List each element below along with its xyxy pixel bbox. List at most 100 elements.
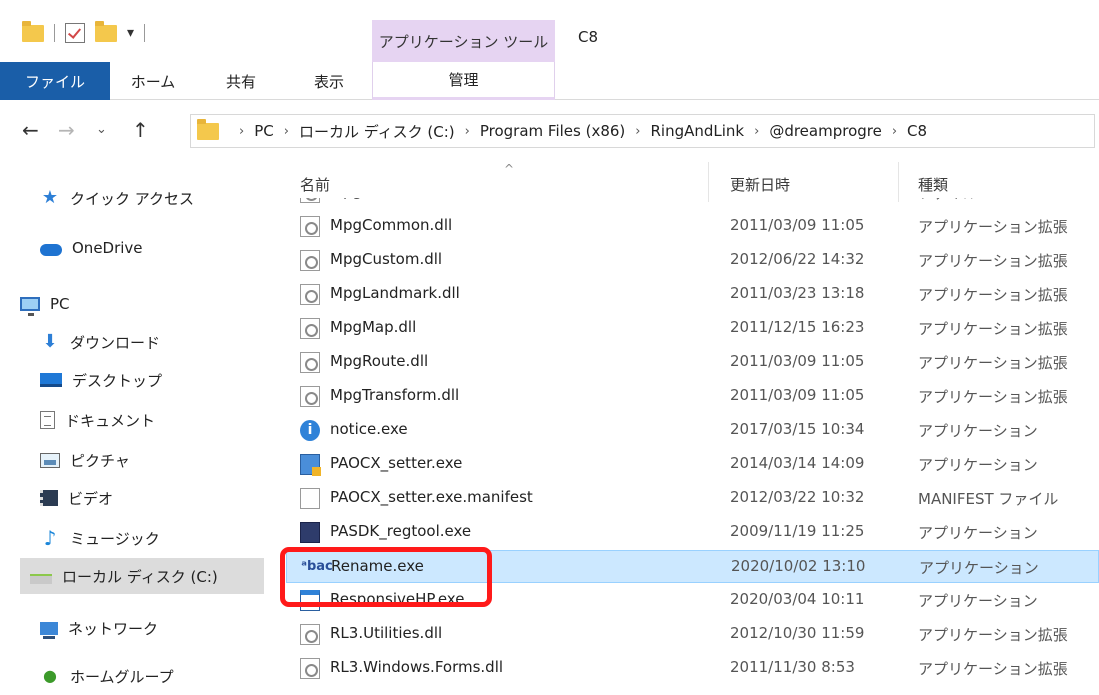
file-row[interactable]: MpgCustom.dll 2012/06/22 14:32 アプリケーション拡張: [286, 244, 1099, 277]
file-row[interactable]: PAOCX_setter.exe.manifest 2012/03/22 10:3…: [286, 482, 1099, 515]
breadcrumb-item[interactable]: C8: [907, 122, 927, 140]
info-icon: i: [300, 420, 320, 441]
breadcrumb-separator-icon[interactable]: ›: [239, 124, 244, 139]
new-folder-icon[interactable]: [95, 20, 117, 42]
nav-pane-item-label: ミュージック: [70, 529, 160, 548]
file-type: アプリケーション: [918, 592, 1038, 610]
tab-manage[interactable]: 管理: [372, 62, 555, 100]
file-row[interactable]: MpgLandmark.dll 2011/03/23 13:18 アプリケーション拡…: [286, 278, 1099, 311]
breadcrumb-item[interactable]: Program Files (x86): [480, 122, 625, 140]
nav-pane-item[interactable]: ローカル ディスク (C:): [20, 558, 264, 594]
recent-locations-chevron-icon[interactable]: ⌄: [96, 122, 107, 137]
tab-home[interactable]: ホーム: [110, 62, 196, 100]
dll-icon: [300, 198, 320, 203]
breadcrumb-separator-icon[interactable]: ›: [465, 124, 470, 139]
tab-file[interactable]: ファイル: [0, 62, 110, 100]
nav-pane-item[interactable]: ドキュメント: [40, 402, 155, 438]
document-icon: [40, 411, 55, 429]
file-type: アプリケーション: [918, 422, 1038, 440]
file-row[interactable]: PASDK_regtool.exe 2009/11/19 11:25 アプリケーショ…: [286, 516, 1099, 549]
nav-pane-item[interactable]: PC: [20, 286, 70, 322]
file-type: アプリケーション拡張: [918, 660, 1068, 678]
file-modified-date: 2011/03/09 11:05: [730, 216, 865, 234]
forward-arrow-icon[interactable]: →: [58, 118, 75, 142]
file-type: アプリケーション: [918, 456, 1038, 474]
dll-icon: [300, 318, 320, 339]
blank-file-icon: [300, 488, 320, 509]
nav-pane-item[interactable]: ネットワーク: [40, 610, 158, 646]
file-name: PAOCX_setter.exe.manifest: [330, 488, 533, 506]
file-modified-date: 2020/03/04 10:11: [730, 590, 865, 608]
navigation-bar: ← → ⌄ ↑ › PC › ローカル ディスク (C:) › Program Files…: [0, 100, 1099, 162]
tab-share[interactable]: 共有: [196, 62, 286, 100]
column-header-type[interactable]: 種類: [918, 174, 948, 195]
file-type: アプリケーション: [918, 524, 1038, 542]
app-dark-icon: [300, 522, 320, 543]
breadcrumb-item[interactable]: ローカル ディスク (C:): [299, 121, 455, 142]
nav-pane-item[interactable]: ビデオ: [40, 480, 113, 516]
file-name: MpgLandmark.dll: [330, 284, 460, 302]
customize-toolbar-dropdown-icon[interactable]: ▾: [127, 25, 134, 41]
file-name: MpgTransform.dll: [330, 386, 460, 404]
nav-pane-item[interactable]: ピクチャ: [40, 442, 130, 478]
nav-pane-item-label: OneDrive: [72, 239, 143, 257]
nav-pane-item-label: ネットワーク: [68, 619, 159, 638]
nav-pane-item-label: PC: [50, 295, 70, 313]
file-row[interactable]: RL3.Utilities.dll 2012/10/30 11:59 アプリケーショ…: [286, 618, 1099, 651]
file-name: ResponsiveHP.exe: [330, 590, 465, 608]
up-arrow-icon[interactable]: ↑: [132, 118, 149, 142]
address-bar[interactable]: › PC › ローカル ディスク (C:) › Program Files (x86) › R…: [190, 114, 1095, 148]
nav-pane-item[interactable]: ★ クイック アクセス: [40, 180, 194, 216]
file-row[interactable]: RL3.Windows.Forms.dll 2011/11/30 8:53 アプリケ…: [286, 652, 1099, 685]
breadcrumb-separator-icon[interactable]: ›: [284, 124, 289, 139]
nav-pane-item[interactable]: ⬇ ダウンロード: [40, 324, 160, 360]
nav-pane-item[interactable]: デスクトップ: [40, 362, 162, 398]
properties-check-icon[interactable]: [65, 23, 85, 43]
nav-pane-item[interactable]: ♪ ミュージック: [40, 520, 160, 556]
file-row[interactable]: MpgCommon.dll 2011/03/09 11:05 アプリケーション拡張: [286, 210, 1099, 243]
file-row[interactable]: i notice.exe 2017/03/15 10:34 アプリケーション: [286, 414, 1099, 447]
column-header-name[interactable]: 名前: [300, 174, 330, 195]
file-name: MpgCommon.dll: [330, 216, 453, 234]
nav-pane-item[interactable]: OneDrive: [40, 230, 143, 266]
window-icon: [300, 590, 320, 611]
column-divider[interactable]: [898, 162, 899, 202]
file-row[interactable]: ᵃbac Rename.exe 2020/10/02 13:10 アプリケーション: [286, 550, 1099, 583]
toolbar-separator: [54, 24, 55, 42]
dll-icon: [300, 352, 320, 373]
file-modified-date: 2011/03/23 13:18: [730, 284, 865, 302]
file-row[interactable]: PAOCX_setter.exe 2014/03/14 14:09 アプリケーション: [286, 448, 1099, 481]
dll-icon: [300, 658, 320, 679]
file-modified-date: 2011/12/15 16:23: [730, 318, 865, 336]
breadcrumb-separator-icon[interactable]: ›: [892, 124, 897, 139]
nav-pane-item[interactable]: ● ホームグループ: [40, 658, 174, 694]
file-row[interactable]: MpgMap.dll 2011/12/15 16:23 アプリケーション拡張: [286, 312, 1099, 345]
breadcrumb-item[interactable]: RingAndLink: [650, 122, 744, 140]
nav-pane-item-label: ホームグループ: [70, 667, 174, 686]
folder-icon[interactable]: [22, 20, 44, 42]
file-modified-date: 2012/10/30 11:59: [730, 624, 865, 642]
drive-icon: [30, 574, 52, 584]
file-modified-date: 2011/03/09 11:05: [730, 352, 865, 370]
column-header-date[interactable]: 更新日時: [730, 174, 790, 195]
breadcrumb-item[interactable]: PC: [254, 122, 274, 140]
tab-view[interactable]: 表示: [286, 62, 372, 100]
file-name: Rename.exe: [331, 557, 424, 575]
breadcrumb-separator-icon[interactable]: ›: [635, 124, 640, 139]
back-arrow-icon[interactable]: ←: [22, 118, 39, 142]
file-modified-date: 2014/03/14 14:09: [730, 454, 865, 472]
file-modified-date: 2009/11/19 11:25: [730, 522, 865, 540]
nav-pane-item-label: デスクトップ: [72, 371, 163, 390]
file-row[interactable]: Mpgific 2012/03/15 10:43 ファイル: [286, 198, 1099, 209]
file-type: アプリケーション拡張: [918, 320, 1068, 338]
file-name: PAOCX_setter.exe: [330, 454, 463, 472]
file-row[interactable]: MpgRoute.dll 2011/03/09 11:05 アプリケーション拡張: [286, 346, 1099, 379]
dll-icon: [300, 250, 320, 271]
file-row[interactable]: ResponsiveHP.exe 2020/03/04 10:11 アプリケーション: [286, 584, 1099, 617]
file-row[interactable]: MpgTransform.dll 2011/03/09 11:05 アプリケーション…: [286, 380, 1099, 413]
file-modified-date: 2012/06/22 14:32: [730, 250, 865, 268]
sort-ascending-icon: ^: [504, 162, 515, 176]
breadcrumb-separator-icon[interactable]: ›: [754, 124, 759, 139]
breadcrumb-item[interactable]: @dreamprogre: [769, 122, 882, 140]
column-divider[interactable]: [708, 162, 709, 202]
